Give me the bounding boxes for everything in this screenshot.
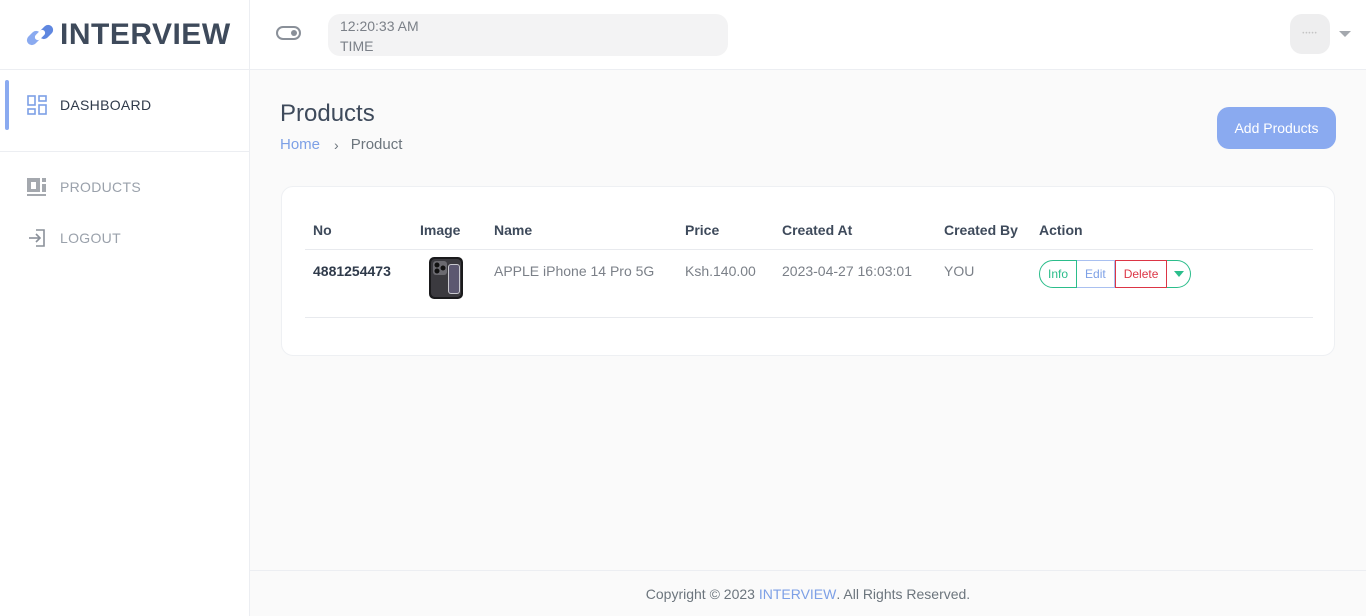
footer-copyright-prefix: Copyright © 2023 <box>645 585 759 602</box>
sidebar-item-label: LOGOUT <box>60 229 121 246</box>
chevron-right-icon: › <box>334 136 339 153</box>
more-actions-button[interactable] <box>1167 259 1192 288</box>
top-header: 12:20:33 AM TIME ••••• <box>250 0 1366 70</box>
sidebar-item-label: PRODUCTS <box>60 178 141 195</box>
dashboard-grid-icon <box>26 94 48 116</box>
products-table: No Image Name Price Created At Created B… <box>305 211 1313 318</box>
products-table-card: No Image Name Price Created At Created B… <box>281 186 1335 356</box>
column-header-price: Price <box>677 211 774 250</box>
chevron-down-icon[interactable] <box>1339 31 1351 37</box>
product-name: APPLE iPhone 14 Pro 5G <box>486 249 677 318</box>
footer: Copyright © 2023 INTERVIEW . All Rights … <box>250 570 1366 616</box>
sidebar-toggle-icon[interactable] <box>276 26 301 40</box>
edit-button[interactable]: Edit <box>1077 259 1115 288</box>
column-header-name: Name <box>486 211 677 250</box>
product-created-by: YOU <box>936 249 1031 318</box>
page-title: Products <box>280 100 375 127</box>
info-button[interactable]: Info <box>1039 259 1078 288</box>
column-header-created-at: Created At <box>774 211 936 250</box>
action-button-group: Info Edit Delete <box>1039 259 1192 288</box>
table-row: 4881254473 APPLE iPhone 14 Pro 5G Ksh.14… <box>305 249 1313 318</box>
time-label: TIME <box>340 38 374 54</box>
sidebar-item-dashboard[interactable]: DASHBOARD <box>0 80 249 130</box>
sidebar-primary-nav: DASHBOARD <box>0 80 249 152</box>
breadcrumb: Home › Product <box>280 136 402 153</box>
product-actions-cell: Info Edit Delete <box>1031 249 1313 318</box>
logo-icon <box>26 24 54 45</box>
product-price: Ksh.140.00 <box>677 249 774 318</box>
column-header-image: Image <box>412 211 486 250</box>
sidebar-secondary-nav: PRODUCTS LOGOUT <box>0 152 249 263</box>
table-header-row: No Image Name Price Created At Created B… <box>305 211 1313 250</box>
add-products-button[interactable]: Add Products <box>1217 107 1336 149</box>
footer-brand-link[interactable]: INTERVIEW <box>759 586 837 602</box>
breadcrumb-current: Product <box>350 136 403 153</box>
sidebar-item-label: DASHBOARD <box>60 97 152 113</box>
product-image-cell <box>412 249 486 318</box>
product-number: 4881254473 <box>305 249 412 318</box>
sidebar-item-logout[interactable]: LOGOUT <box>0 212 249 263</box>
current-time: 12:20:33 AM <box>340 18 419 34</box>
avatar-placeholder-icon: ••••• <box>1302 31 1318 37</box>
brand-logo[interactable]: INTERVIEW <box>0 0 249 70</box>
logout-icon <box>26 227 48 249</box>
footer-copyright-suffix: . All Rights Reserved. <box>836 585 971 602</box>
sidebar: INTERVIEW DASHBOARD PRODUCTS LOGOUT <box>0 0 250 616</box>
column-header-no: No <box>305 211 412 250</box>
delete-button[interactable]: Delete <box>1114 259 1168 288</box>
iphone-product-image[interactable] <box>428 256 464 300</box>
brand-name: INTERVIEW <box>60 17 231 51</box>
time-widget: 12:20:33 AM TIME <box>328 14 728 56</box>
breadcrumb-home-link[interactable]: Home <box>280 136 320 153</box>
product-created-at: 2023-04-27 16:03:01 <box>774 249 936 318</box>
sidebar-item-products[interactable]: PRODUCTS <box>0 161 249 212</box>
caret-down-icon <box>1173 270 1184 277</box>
column-header-action: Action <box>1031 211 1313 250</box>
products-icon <box>26 176 48 198</box>
column-header-created-by: Created By <box>936 211 1031 250</box>
avatar[interactable]: ••••• <box>1290 14 1330 54</box>
